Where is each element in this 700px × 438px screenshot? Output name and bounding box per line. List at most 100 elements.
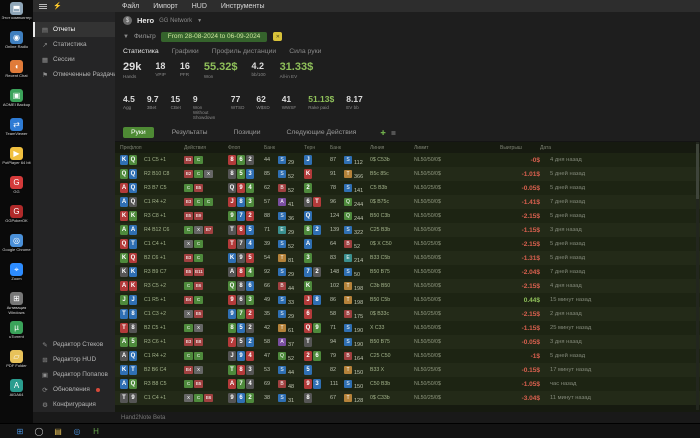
hand-row[interactable]: T9 C1 C4 +1 X C B6 962 38 S31 8 67 T128 0$… (115, 391, 700, 405)
action-chip: B4 (184, 295, 193, 304)
desktop-icon-label: Этот компьютер (1, 16, 32, 20)
pot-size: 58 (264, 339, 271, 345)
menu-item-1[interactable]: Импорт (146, 3, 184, 10)
sidebar-item-label: Отчеты (53, 26, 76, 33)
hands-tab-2[interactable]: Позиции (226, 127, 269, 138)
columns-icon[interactable]: ≣ (391, 129, 396, 137)
desktop-icon[interactable]: ◉ Online Radio (1, 31, 33, 59)
column-header[interactable]: Префлоп (120, 145, 144, 151)
hand2note-icon[interactable]: H (90, 425, 102, 437)
desktop-icon-label: GGPokerOK (5, 219, 28, 223)
stake-label: NL50/50/0$ (414, 227, 441, 233)
card-icon: 3 (304, 252, 312, 263)
menu-item-0[interactable]: Файл (115, 3, 146, 10)
position-chip: T (344, 365, 352, 374)
add-report-icon[interactable]: ✚ (380, 129, 385, 137)
view-tab-2[interactable]: Профиль дистанции (212, 48, 276, 55)
sidebar-item[interactable]: ▦ Сессии (33, 52, 115, 67)
sidebar-item-icon: ⟳ (42, 386, 48, 394)
action-chip: B5 (194, 379, 203, 388)
column-header[interactable]: Флоп (228, 145, 264, 151)
card-icon: K (129, 266, 137, 277)
action-chip: B5 (184, 267, 193, 276)
menu-item-3[interactable]: Инструменты (214, 3, 272, 10)
stat-block: 51.13$ Rake paid (308, 94, 334, 110)
sidebar-item[interactable]: ⚙ Конфигурация (33, 397, 115, 412)
stat-label: Won Without Showdown (192, 105, 216, 120)
desktop-icon[interactable]: G GG (1, 176, 33, 204)
action-line: C25 C50 (370, 353, 391, 359)
date-range-filter[interactable]: From 28-08-2024 to 06-09-2024 (160, 31, 268, 42)
hand-date: 5 дней назад (550, 255, 586, 261)
scrollbar-thumb[interactable] (696, 144, 699, 199)
card-icon: J (304, 154, 312, 165)
browser-icon[interactable]: ◎ (71, 425, 83, 437)
view-tab-0[interactable]: Статистика (123, 48, 159, 55)
sidebar-item[interactable]: ▣ Редактор Попапов (33, 367, 115, 382)
sidebar-item[interactable]: ✎ Редактор Стеков (33, 337, 115, 352)
desktop-icon[interactable]: ▶ PotPlayer 64 bit (1, 147, 33, 175)
stat-block: 8.17 EV bb (346, 94, 363, 110)
pot-size: 71 (264, 227, 271, 233)
desktop-icon[interactable]: ▱ PDF Folder (1, 350, 33, 378)
desktop-icon[interactable]: ⇄ TeamViewer (1, 118, 33, 146)
column-header[interactable]: Дата (540, 145, 620, 151)
desktop-icon[interactable]: G GGPokerOK (1, 205, 33, 233)
desktop-icon[interactable]: ⊞ Активация Windows (1, 292, 33, 320)
desktop-icon[interactable]: ⬒ Этот компьютер (1, 2, 33, 30)
search-icon[interactable]: ◯ (33, 425, 45, 437)
position-chip: B (344, 239, 352, 248)
desktop-icon[interactable]: ⌖ Zoom (1, 263, 33, 291)
desktop-icon[interactable]: µ uTorrent (1, 321, 33, 349)
view-tab-1[interactable]: Графики (172, 48, 199, 55)
column-header[interactable]: Выигрыш (500, 145, 540, 151)
card-icon: 4 (246, 378, 254, 389)
sidebar-item[interactable]: ⚑ Отмеченные Раздачи (33, 67, 115, 82)
scrollbar[interactable] (696, 142, 699, 410)
stat-block: 18 VPIP (155, 61, 165, 77)
pot-size: 92 (264, 269, 271, 275)
sidebar-item[interactable]: ↗ Статистика (33, 37, 115, 52)
preflop-actions: C1 C5 +1 (144, 157, 167, 163)
computer-icon: ⬒ (10, 2, 23, 15)
pot-size: 57 (264, 199, 271, 205)
stake-label: NL50/50/0$ (414, 157, 441, 163)
card-icon: T (228, 238, 236, 249)
desktop-icon[interactable]: ◎ Google Chrome (1, 234, 33, 262)
card-icon: 8 (237, 266, 245, 277)
player-selector[interactable]: $ Hero GG Network ▼ (115, 12, 700, 29)
desktop-icon[interactable]: ▣ AOMEI Backup (1, 89, 33, 117)
hamburger-icon[interactable] (39, 3, 47, 9)
sidebar-item[interactable]: ▤ Отчеты (33, 22, 115, 37)
position-chip: S (344, 337, 352, 346)
hands-tab-0[interactable]: Руки (123, 127, 154, 138)
desktop-icon[interactable]: A AIDA64 (1, 379, 33, 407)
pot-size-2: 148 (330, 269, 340, 275)
stake-label: NL50/25/0$ (414, 395, 441, 401)
menu-item-2[interactable]: HUD (185, 3, 214, 10)
explorer-icon[interactable]: ▤ (52, 425, 64, 437)
card-icon: 6 (313, 350, 321, 361)
stake-label: NL50/50/0$ (414, 171, 441, 177)
card-icon: 9 (313, 322, 321, 333)
column-header[interactable]: Действия (184, 145, 228, 151)
column-header[interactable]: Терн (304, 145, 330, 151)
action-chip: C (194, 351, 203, 360)
filter-clear-icon[interactable]: ✕ (273, 32, 283, 41)
hands-tab-1[interactable]: Результаты (164, 127, 216, 138)
filter-label[interactable]: Фильтр (134, 33, 156, 40)
update-badge (95, 387, 100, 392)
hands-tab-3[interactable]: Следующие Действия (279, 127, 365, 138)
start-button[interactable]: ⊞ (14, 425, 26, 437)
column-header[interactable]: Банк (264, 145, 278, 151)
profit-value: -1.15$ (521, 324, 540, 332)
stat-label: bb/100 (251, 72, 266, 77)
position-chip: S (278, 295, 286, 304)
column-header[interactable]: Банк (330, 145, 344, 151)
sidebar-item[interactable]: ⟳ Обновления (33, 382, 115, 397)
column-header[interactable]: Лимит (414, 145, 470, 151)
sidebar-item[interactable]: ⊞ Редактор HUD (33, 352, 115, 367)
view-tab-3[interactable]: Сила руки (289, 48, 321, 55)
column-header[interactable]: Линия (370, 145, 414, 151)
desktop-icon[interactable]: ◖ Recent Chat (1, 60, 33, 88)
